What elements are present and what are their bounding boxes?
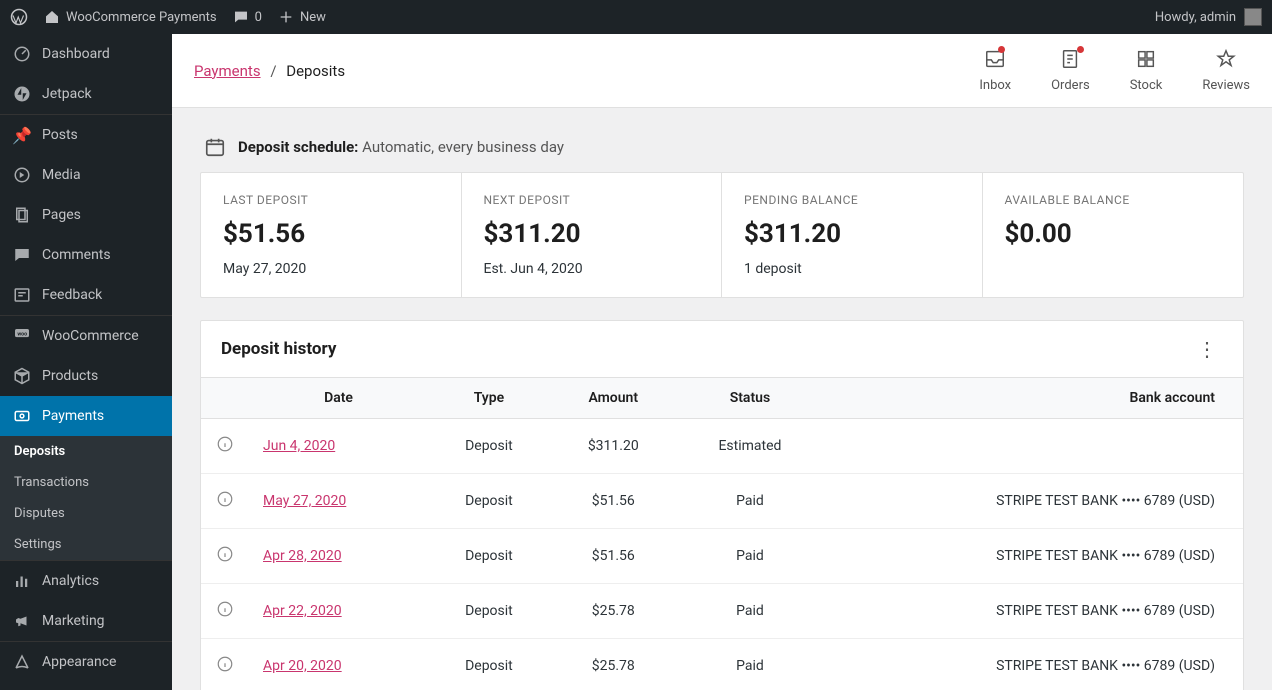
header-action-orders[interactable]: Orders [1051,48,1090,93]
comments-bubble[interactable]: 0 [233,9,262,25]
col-status: Status [677,378,823,419]
summary-cards: LAST DEPOSIT$51.56May 27, 2020NEXT DEPOS… [200,172,1244,298]
breadcrumb-root[interactable]: Payments [194,62,261,80]
deposit-date-link[interactable]: Apr 28, 2020 [263,548,342,564]
sidebar-item-payments[interactable]: Payments [0,396,172,436]
deposit-schedule: Deposit schedule: Automatic, every busin… [200,136,1244,158]
site-title: WooCommerce Payments [66,10,217,25]
sidebar-item-jetpack[interactable]: Jetpack [0,74,172,114]
home-icon [44,9,60,25]
breadcrumb: Payments / Deposits [194,62,345,80]
sidebar-item-appearance[interactable]: Appearance [0,641,172,682]
col-type: Type [428,378,550,419]
info-icon[interactable] [216,606,234,622]
admin-sidebar: DashboardJetpack📌PostsMediaPagesComments… [0,34,172,690]
sidebar-item-comments[interactable]: Comments [0,235,172,275]
woo-icon: woo [12,326,32,346]
deposit-date-link[interactable]: May 27, 2020 [263,493,346,509]
pages-icon [12,205,32,225]
notification-dot [1077,46,1084,53]
comment-icon [233,9,249,25]
panel-title: Deposit history [221,339,336,359]
stock-icon [1135,48,1157,74]
sidebar-subitem-disputes[interactable]: Disputes [0,498,172,529]
sidebar-subitem-settings[interactable]: Settings [0,529,172,560]
appearance-icon [12,652,32,672]
deposit-date-link[interactable]: Apr 22, 2020 [263,603,342,619]
header-action-stock[interactable]: Stock [1130,48,1163,93]
avatar [1244,8,1262,26]
products-icon [12,366,32,386]
sidebar-item-feedback[interactable]: Feedback [0,275,172,315]
feedback-icon [12,285,32,305]
sidebar-subitem-transactions[interactable]: Transactions [0,467,172,498]
info-icon[interactable] [216,496,234,512]
table-row: Apr 22, 2020Deposit$25.78PaidSTRIPE TEST… [201,584,1243,639]
analytics-icon [12,571,32,591]
breadcrumb-current: Deposits [286,62,345,80]
sidebar-subitem-deposits[interactable]: Deposits [0,436,172,467]
sidebar-item-products[interactable]: Products [0,356,172,396]
deposit-table: DateTypeAmountStatusBank account Jun 4, … [201,377,1243,690]
info-icon[interactable] [216,551,234,567]
wp-admin-bar: WooCommerce Payments 0 New Howdy, admin [0,0,1272,34]
table-row: May 27, 2020Deposit$51.56PaidSTRIPE TEST… [201,474,1243,529]
wordpress-icon [10,8,28,26]
marketing-icon [12,611,32,631]
main-content: Payments / Deposits Inbox Orders Stock Revi… [172,34,1272,690]
calendar-icon [204,136,226,158]
info-icon[interactable] [216,441,234,457]
account-menu[interactable]: Howdy, admin [1155,8,1262,26]
jetpack-icon [12,84,32,104]
sidebar-item-marketing[interactable]: Marketing [0,601,172,641]
wp-logo[interactable] [10,8,28,26]
info-icon[interactable] [216,661,234,677]
comment-icon [12,245,32,265]
sidebar-item-pages[interactable]: Pages [0,195,172,235]
deposit-date-link[interactable]: Apr 20, 2020 [263,658,342,674]
col-bank account: Bank account [823,378,1243,419]
header-action-inbox[interactable]: Inbox [979,48,1011,93]
new-content[interactable]: New [278,9,326,25]
media-icon [12,165,32,185]
dashboard-icon [12,44,32,64]
reviews-icon [1215,48,1237,74]
svg-text:woo: woo [17,331,27,337]
sidebar-item-media[interactable]: Media [0,155,172,195]
table-row: Jun 4, 2020Deposit$311.20Estimated [201,419,1243,474]
summary-card: NEXT DEPOSIT$311.20Est. Jun 4, 2020 [462,173,723,297]
payments-icon [12,406,32,426]
summary-card: PENDING BALANCE$311.201 deposit [722,173,983,297]
header-actions: Inbox Orders Stock Reviews [979,48,1250,93]
col-date: Date [249,378,428,419]
sidebar-item-dashboard[interactable]: Dashboard [0,34,172,74]
sidebar-item-posts[interactable]: 📌Posts [0,114,172,155]
comments-count: 0 [255,10,262,25]
pin-icon: 📌 [12,125,32,145]
header-action-reviews[interactable]: Reviews [1202,48,1250,93]
sidebar-item-woocommerce[interactable]: wooWooCommerce [0,315,172,356]
table-row: Apr 20, 2020Deposit$25.78PaidSTRIPE TEST… [201,639,1243,690]
deposit-history-panel: Deposit history ⋮ DateTypeAmountStatusBa… [200,320,1244,690]
summary-card: AVAILABLE BALANCE$0.00 [983,173,1244,297]
deposit-date-link[interactable]: Jun 4, 2020 [263,438,335,454]
summary-card: LAST DEPOSIT$51.56May 27, 2020 [201,173,462,297]
col-amount: Amount [550,378,677,419]
site-home[interactable]: WooCommerce Payments [44,9,217,25]
page-header: Payments / Deposits Inbox Orders Stock Revi… [172,34,1272,108]
table-row: Apr 28, 2020Deposit$51.56PaidSTRIPE TEST… [201,529,1243,584]
plus-icon [278,9,294,25]
panel-menu-button[interactable]: ⋮ [1191,337,1223,361]
sidebar-item-analytics[interactable]: Analytics [0,560,172,601]
